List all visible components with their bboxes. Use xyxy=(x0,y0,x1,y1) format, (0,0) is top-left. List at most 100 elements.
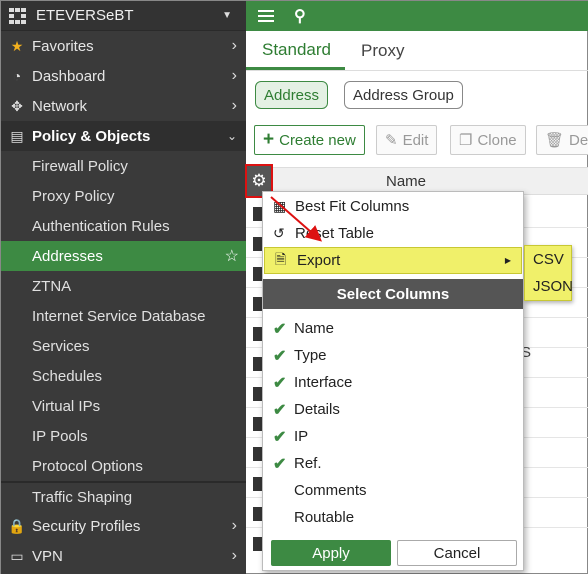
delete-button[interactable]: 🗑 Del xyxy=(536,125,588,155)
favorite-star-icon[interactable]: ☆ xyxy=(225,246,239,266)
column-option-interface[interactable]: ✔ Interface xyxy=(263,369,523,396)
sidebar-item-favorites[interactable]: ★ Favorites › xyxy=(1,31,246,61)
export-csv-option[interactable]: CSV xyxy=(525,246,571,273)
menu-item-best-fit[interactable]: ▦ Best Fit Columns xyxy=(263,193,523,220)
vpn-icon: ▭ xyxy=(10,547,24,564)
menu-item-reset-table[interactable]: ↺ Reset Table xyxy=(263,220,523,247)
column-option-label: Type xyxy=(294,347,327,364)
menu-item-export[interactable]: 🗎 Export ▶ xyxy=(264,247,522,274)
sidebar-sub-internet-service-database[interactable]: Internet Service Database xyxy=(1,301,246,331)
chevron-down-icon[interactable]: ▼ xyxy=(222,10,232,21)
sidebar-sub-protocol-options[interactable]: Protocol Options xyxy=(1,451,246,481)
sidebar-sub-virtual-ips[interactable]: Virtual IPs xyxy=(1,391,246,421)
sidebar-item-dashboard[interactable]: ◔ Dashboard › xyxy=(1,61,246,91)
sidebar-sub-schedules[interactable]: Schedules xyxy=(1,361,246,391)
delete-label: Del xyxy=(569,131,588,149)
device-name: ETEVERSeBT xyxy=(36,7,134,24)
star-icon: ★ xyxy=(10,37,24,54)
column-option-label: Name xyxy=(294,320,335,337)
trash-icon: 🗑 xyxy=(545,132,565,149)
chevron-right-icon: › xyxy=(231,37,237,54)
menu-item-label: Reset Table xyxy=(295,225,374,242)
network-icon: ✥ xyxy=(11,97,23,114)
checkmark-icon: ✔ xyxy=(273,401,287,419)
checkmark-icon: ✔ xyxy=(273,455,287,473)
checkmark-icon: ✔ xyxy=(273,320,287,338)
tab-standard[interactable]: Standard xyxy=(246,40,345,70)
column-option-label: Interface xyxy=(294,374,353,391)
sidebar-item-policy-objects[interactable]: ▤ Policy & Objects ⌄ xyxy=(1,121,246,151)
export-submenu: CSV JSON xyxy=(524,245,573,301)
filter-address-group[interactable]: Address Group xyxy=(344,81,463,109)
clone-label: Clone xyxy=(477,131,517,149)
clone-icon: ❐ xyxy=(459,132,473,149)
tab-bar: Standard Proxy xyxy=(246,31,588,71)
create-new-label: Create new xyxy=(279,131,356,149)
checkmark-icon: ✔ xyxy=(273,428,287,446)
sidebar-sub-proxy-policy[interactable]: Proxy Policy xyxy=(1,181,246,211)
edit-label: Edit xyxy=(402,131,429,149)
column-option-comments[interactable]: Comments xyxy=(263,477,523,504)
document-icon: 🗎 xyxy=(275,250,287,267)
chevron-right-icon: › xyxy=(231,517,237,534)
checkmark-icon: ✔ xyxy=(273,374,287,392)
sidebar-item-network[interactable]: ✥ Network › xyxy=(1,91,246,121)
column-option-label: Routable xyxy=(294,509,355,526)
hamburger-menu-icon[interactable] xyxy=(258,7,274,25)
chevron-right-icon: › xyxy=(231,547,237,564)
sidebar-sub-traffic-shaping[interactable]: Traffic Shaping xyxy=(1,481,246,511)
grid-icon: ▦ xyxy=(273,198,287,214)
create-new-button[interactable]: + Create new xyxy=(254,125,365,155)
clone-button[interactable]: ❐ Clone xyxy=(450,125,526,155)
device-header[interactable]: ETEVERSeBT ▼ xyxy=(1,1,246,31)
sidebar-sub-services[interactable]: Services xyxy=(1,331,246,361)
column-option-label: Details xyxy=(294,401,340,418)
column-option-ref[interactable]: ✔ Ref. xyxy=(263,450,523,477)
lock-icon: 🔒 xyxy=(8,517,26,534)
column-option-type[interactable]: ✔ Type xyxy=(263,342,523,369)
export-json-option[interactable]: JSON xyxy=(525,273,573,300)
sidebar-sub-firewall-policy[interactable]: Firewall Policy xyxy=(1,151,246,181)
sidebar-item-label: VPN xyxy=(32,547,63,565)
sidebar-sub-ip-pools[interactable]: IP Pools xyxy=(1,421,246,451)
tab-proxy[interactable]: Proxy xyxy=(345,41,418,70)
reset-icon: ↺ xyxy=(273,225,285,241)
checkmark-icon: ✔ xyxy=(273,347,287,365)
pencil-icon: ✎ xyxy=(385,132,398,149)
top-bar: ⚲ xyxy=(246,1,588,31)
cancel-button[interactable]: Cancel xyxy=(397,540,517,566)
policy-icon: ▤ xyxy=(10,127,24,144)
menu-item-label: Best Fit Columns xyxy=(295,198,410,215)
chevron-right-icon: › xyxy=(231,67,237,84)
submenu-arrow-icon: ▶ xyxy=(504,256,511,265)
column-option-name[interactable]: ✔ Name xyxy=(263,315,523,342)
chevron-right-icon: › xyxy=(231,97,237,114)
sidebar-item-label: Security Profiles xyxy=(32,517,141,535)
select-columns-header: Select Columns xyxy=(263,279,523,309)
filter-address[interactable]: Address xyxy=(255,81,329,109)
dashboard-icon: ◔ xyxy=(12,68,22,84)
sidebar-item-security-profiles[interactable]: 🔒 Security Profiles › xyxy=(1,511,246,541)
menu-item-label: Export xyxy=(297,252,341,269)
chevron-down-icon: ⌄ xyxy=(226,129,237,143)
column-settings-menu: ▦ Best Fit Columns ↺ Reset Table 🗎 Expor… xyxy=(262,191,524,571)
sidebar-sub-authentication-rules[interactable]: Authentication Rules xyxy=(1,211,246,241)
column-header-name[interactable]: Name xyxy=(386,173,426,190)
column-option-label: Ref. xyxy=(294,455,322,472)
column-option-details[interactable]: ✔ Details xyxy=(263,396,523,423)
sidebar-item-vpn[interactable]: ▭ VPN › xyxy=(1,541,246,571)
sidebar-item-label: Policy & Objects xyxy=(32,127,151,145)
edit-button[interactable]: ✎ Edit xyxy=(376,125,438,155)
sidebar-item-label: Network xyxy=(32,97,88,115)
column-option-routable[interactable]: Routable xyxy=(263,504,523,531)
search-icon[interactable]: ⚲ xyxy=(294,6,306,26)
column-option-ip[interactable]: ✔ IP xyxy=(263,423,523,450)
sidebar-item-label: Favorites xyxy=(32,37,94,55)
fortinet-logo-icon xyxy=(9,7,27,24)
column-option-label: IP xyxy=(294,428,309,445)
sidebar-sub-ztna[interactable]: ZTNA xyxy=(1,271,246,301)
sidebar-sub-addresses[interactable]: Addresses ☆ xyxy=(1,241,246,271)
sidebar: ETEVERSeBT ▼ ★ Favorites › ◔ Dashboard ›… xyxy=(1,1,246,574)
plus-icon: + xyxy=(263,129,275,150)
apply-button[interactable]: Apply xyxy=(271,540,391,566)
